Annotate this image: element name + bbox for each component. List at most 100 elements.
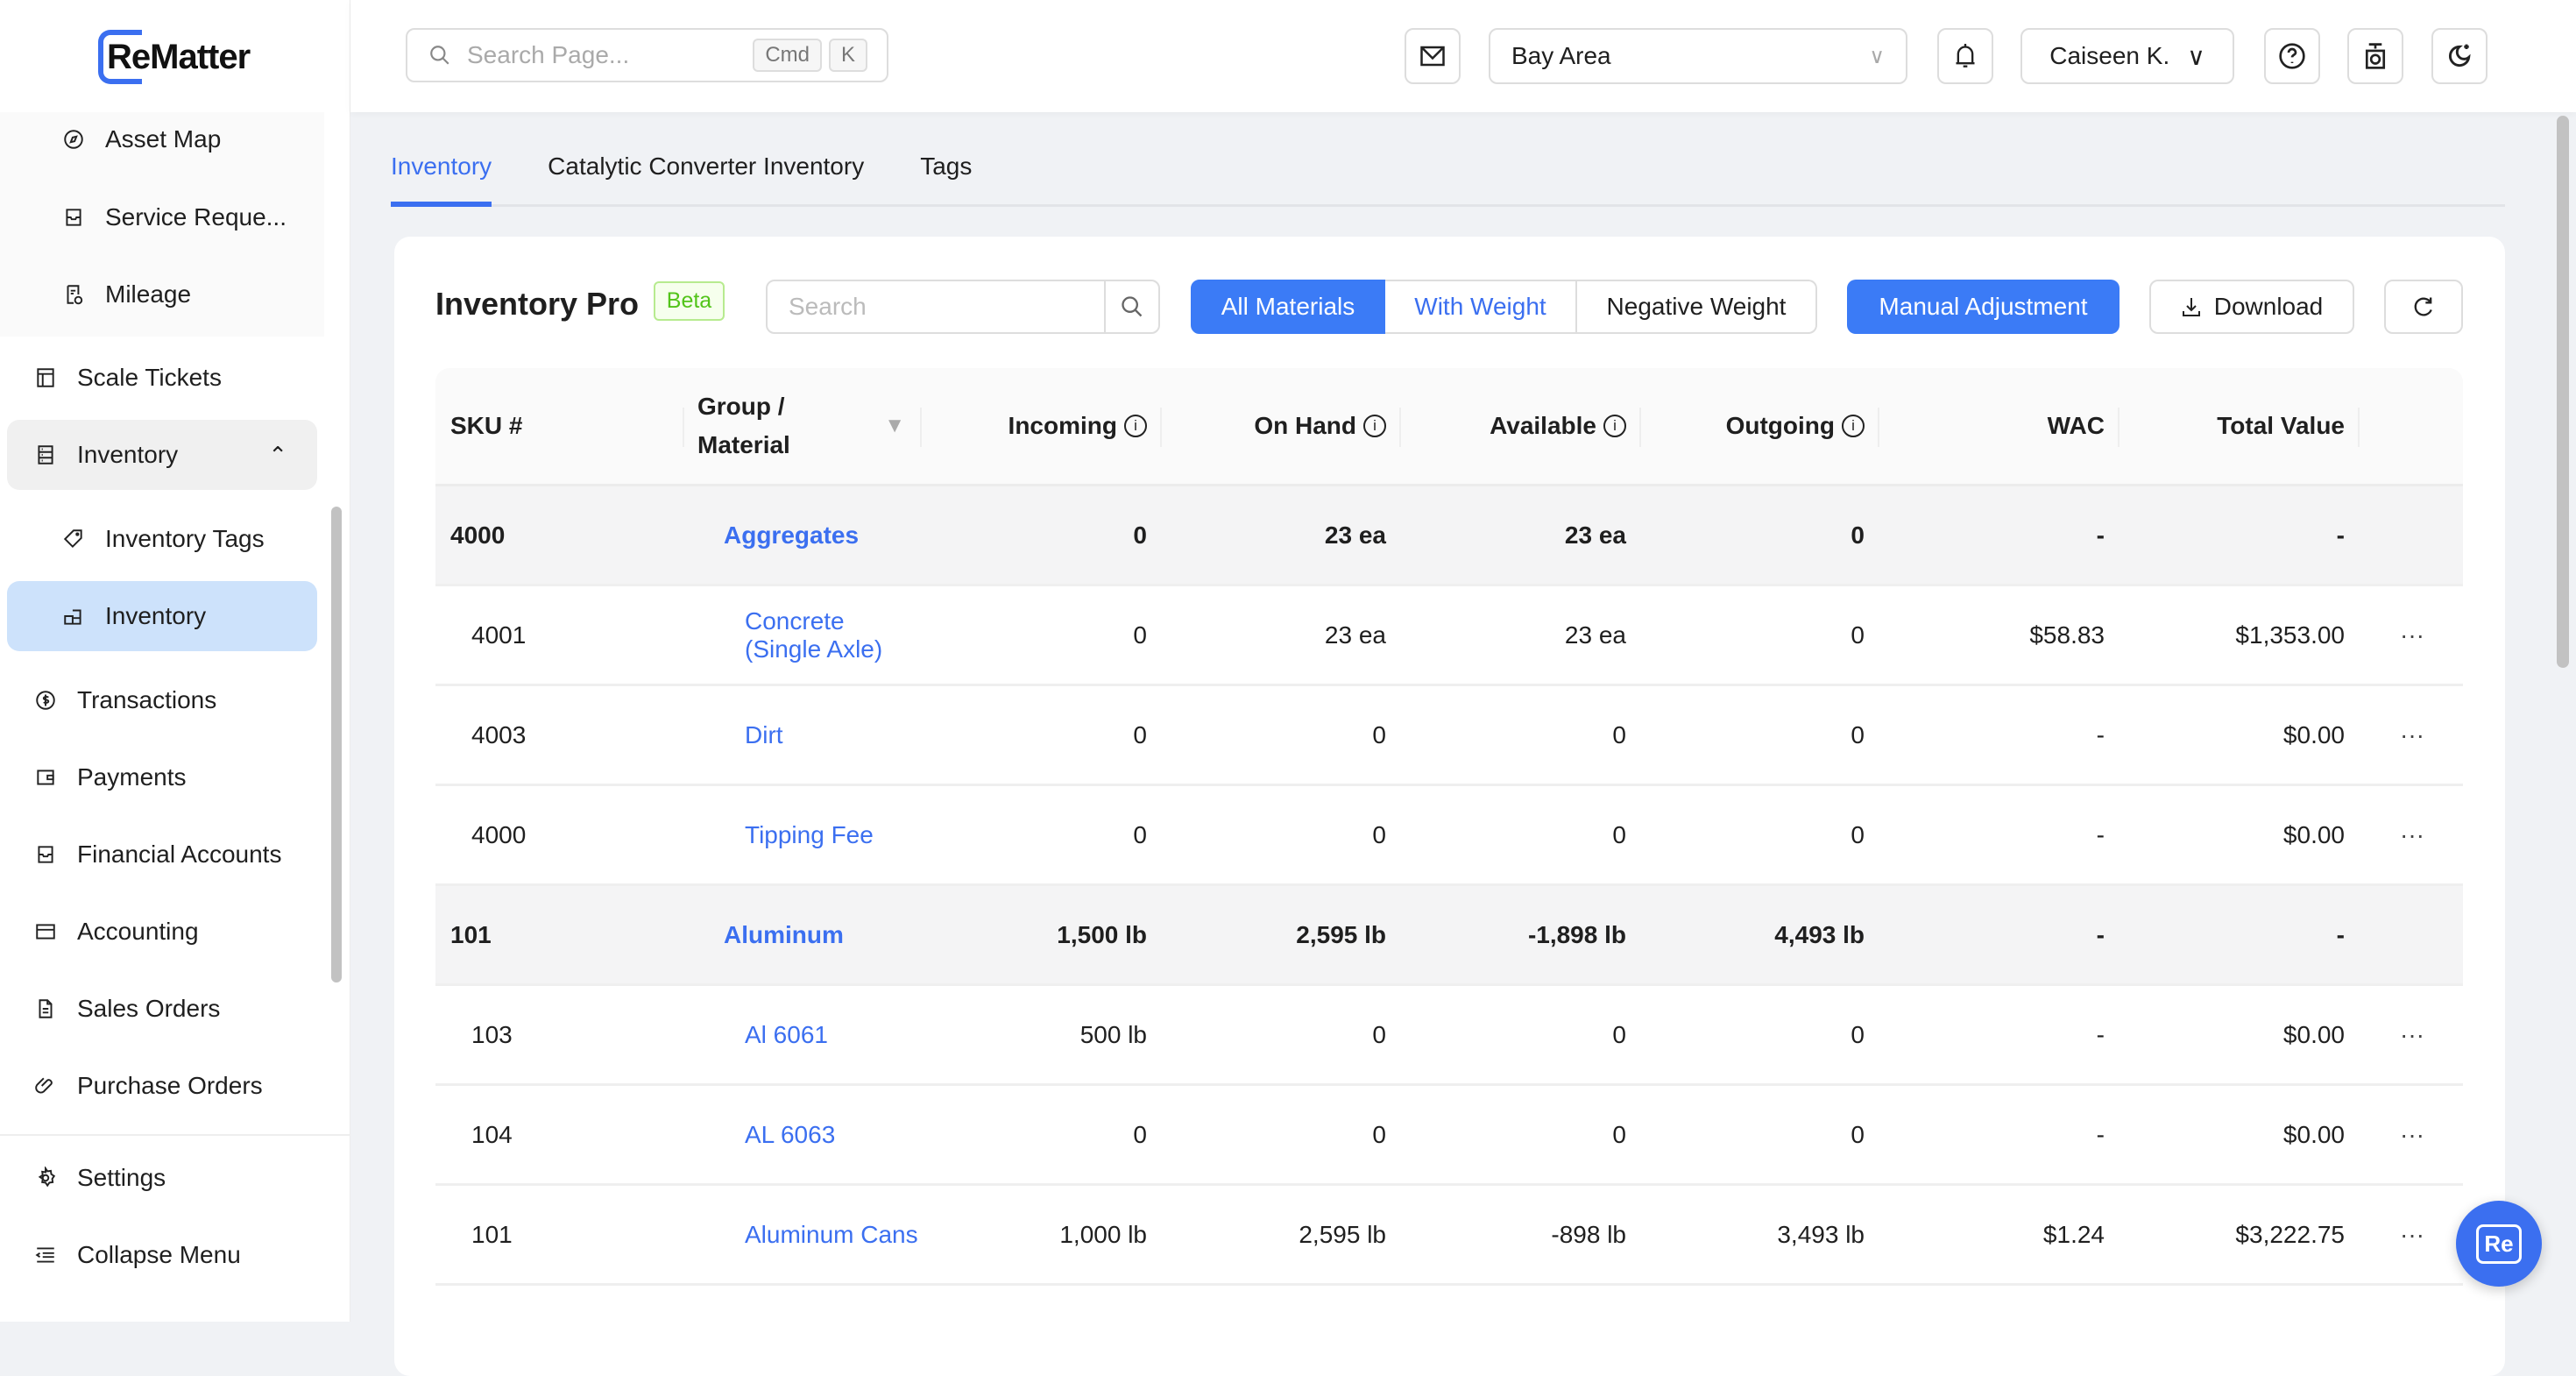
- cell-name[interactable]: Aggregates: [683, 486, 921, 584]
- table-row[interactable]: 4000 Tipping Fee 0 0 0 0 - $0.00 ···: [435, 786, 2463, 886]
- sidebar-item-payments[interactable]: Payments: [33, 742, 187, 812]
- column-divider: [1639, 408, 1641, 447]
- sidebar-item-transactions[interactable]: Transactions: [33, 665, 216, 735]
- search-icon: [430, 46, 449, 65]
- location-select[interactable]: Bay Area ∨: [1489, 28, 1907, 84]
- sidebar-item-inventory[interactable]: Inventory ⌃: [7, 420, 317, 490]
- sidebar-item-inventory-sub[interactable]: Inventory: [7, 581, 317, 651]
- sidebar-item-purchase-orders[interactable]: Purchase Orders: [33, 1051, 263, 1121]
- cell-sku: 101: [450, 920, 492, 948]
- collapse-menu-button[interactable]: Collapse Menu: [33, 1220, 241, 1290]
- tab-catalytic-converter-inventory[interactable]: Catalytic Converter Inventory: [548, 140, 864, 207]
- info-icon[interactable]: i: [1603, 415, 1626, 437]
- column-header[interactable]: Total Value: [2118, 368, 2358, 484]
- page-search-input[interactable]: Search Page... Cmd K: [406, 28, 888, 82]
- cell-incoming: 500 lb: [1079, 1020, 1147, 1048]
- sidebar-item-financial-accounts[interactable]: Financial Accounts: [33, 819, 281, 890]
- cell-available: 0: [1612, 1120, 1626, 1148]
- cell-name[interactable]: Al 6061: [683, 986, 921, 1083]
- search-placeholder: Search: [789, 293, 867, 320]
- cell-available: 0: [1612, 820, 1626, 848]
- rematter-logo[interactable]: ReMatter: [98, 30, 251, 84]
- sidebar-item-mileage[interactable]: Mileage: [61, 259, 191, 330]
- column-header[interactable]: SKU #: [435, 368, 683, 484]
- column-header[interactable]: On Hand i: [1160, 368, 1399, 484]
- theme-toggle-button[interactable]: [2431, 28, 2488, 84]
- column-header[interactable]: Group / Material ▼: [683, 368, 921, 484]
- chat-logo: Re: [2476, 1224, 2522, 1264]
- cell-name[interactable]: Aluminum Cans: [683, 1186, 921, 1283]
- sidebar-item-asset-map[interactable]: Asset Map: [61, 104, 221, 174]
- column-header[interactable]: Incoming i: [920, 368, 1160, 484]
- table-row[interactable]: 4003 Dirt 0 0 0 0 - $0.00 ···: [435, 686, 2463, 786]
- cell-sku: 4003: [471, 720, 527, 748]
- sidebar-item-settings[interactable]: Settings: [33, 1143, 166, 1213]
- table-row[interactable]: 104 AL 6063 0 0 0 0 - $0.00 ···: [435, 1086, 2463, 1186]
- tab-tags[interactable]: Tags: [920, 140, 972, 207]
- row-actions-button[interactable]: ···: [2400, 1186, 2435, 1283]
- cell-name[interactable]: Aluminum: [683, 886, 921, 983]
- help-button[interactable]: [2264, 28, 2320, 84]
- user-menu[interactable]: Caiseen K. ∨: [2020, 28, 2234, 84]
- sidebar-item-sales-orders[interactable]: Sales Orders: [33, 974, 220, 1044]
- manual-adjustment-button[interactable]: Manual Adjustment: [1847, 280, 2120, 334]
- sidebar-item-scale-tickets[interactable]: Scale Tickets: [33, 343, 222, 413]
- table-row[interactable]: 4001 Concrete (Single Axle) 0 23 ea 23 ea 0 $5…: [435, 586, 2463, 686]
- column-header[interactable]: WAC: [1878, 368, 2118, 484]
- cell-name[interactable]: AL 6063: [683, 1086, 921, 1183]
- row-actions-button[interactable]: ···: [2400, 786, 2435, 883]
- sidebar-item-inventory-tags-sub[interactable]: Inventory Tags: [61, 504, 265, 574]
- chat-widget-button[interactable]: Re: [2456, 1201, 2542, 1287]
- cell-total: $1,353.00: [2235, 621, 2345, 649]
- cell-on_hand: 23 ea: [1324, 621, 1386, 649]
- sidebar-item-accounting[interactable]: Accounting: [33, 897, 199, 967]
- sidebar-item-label: Asset Map: [105, 125, 222, 152]
- row-actions-button[interactable]: ···: [2400, 986, 2435, 1083]
- search-icon: [1122, 296, 1143, 317]
- row-actions-button[interactable]: ···: [2400, 1086, 2435, 1183]
- filter-icon[interactable]: ▼: [884, 414, 905, 438]
- notifications-button[interactable]: [1937, 28, 1993, 84]
- filter-with-weight[interactable]: With Weight: [1385, 280, 1577, 334]
- help-icon: [2279, 43, 2305, 69]
- ticket-icon: [33, 365, 58, 390]
- sidebar-item-label: Transactions: [77, 686, 217, 713]
- cell-total: $0.00: [2282, 720, 2345, 748]
- table-search-input[interactable]: Search: [766, 280, 1160, 334]
- refresh-button[interactable]: [2384, 280, 2463, 334]
- info-icon[interactable]: i: [1842, 415, 1865, 437]
- paperclip-icon: [33, 1074, 58, 1098]
- tab-inventory[interactable]: Inventory: [391, 140, 492, 207]
- sidebar-item-label: Payments: [77, 763, 187, 791]
- column-label: SKU #: [450, 412, 523, 439]
- cell-name[interactable]: Tipping Fee: [683, 786, 921, 883]
- column-divider: [683, 408, 684, 447]
- group-row[interactable]: 4000 Aggregates 0 23 ea 23 ea 0 - -: [435, 486, 2463, 586]
- cell-wac: $1.24: [2042, 1220, 2105, 1248]
- bank-icon: [33, 842, 58, 867]
- sidebar-item-label: Settings: [77, 1164, 166, 1191]
- chevron-down-icon: ∨: [2187, 42, 2205, 70]
- column-header[interactable]: Available i: [1399, 368, 1639, 484]
- cell-sku: 103: [471, 1020, 513, 1048]
- sidebar-scrollbar[interactable]: [331, 507, 342, 982]
- info-icon[interactable]: i: [1363, 415, 1386, 437]
- scale-button[interactable]: [2347, 28, 2403, 84]
- group-row[interactable]: 101 Aluminum 1,500 lb 2,595 lb -1,898 lb 4,49…: [435, 886, 2463, 986]
- column-header[interactable]: Outgoing i: [1639, 368, 1878, 484]
- table-row[interactable]: 101 Aluminum Cans 1,000 lb 2,595 lb -898 lb 3…: [435, 1186, 2463, 1286]
- sidebar-item-service-reque-[interactable]: Service Reque...: [61, 182, 287, 252]
- column-divider: [2358, 408, 2360, 447]
- table-row[interactable]: 103 Al 6061 500 lb 0 0 0 - $0.00 ···: [435, 986, 2463, 1086]
- info-icon[interactable]: i: [1124, 415, 1147, 437]
- filter-negative-weight[interactable]: Negative Weight: [1577, 280, 1817, 334]
- row-actions-button[interactable]: ···: [2400, 586, 2435, 684]
- filter-all-materials[interactable]: All Materials: [1191, 280, 1385, 334]
- download-button[interactable]: Download: [2149, 280, 2354, 334]
- messages-button[interactable]: [1405, 28, 1461, 84]
- cell-name[interactable]: Concrete (Single Axle): [683, 586, 921, 684]
- cell-name[interactable]: Dirt: [683, 686, 921, 784]
- row-actions-button[interactable]: ···: [2400, 686, 2435, 784]
- search-button[interactable]: [1104, 281, 1158, 332]
- main-scrollbar[interactable]: [2557, 116, 2569, 668]
